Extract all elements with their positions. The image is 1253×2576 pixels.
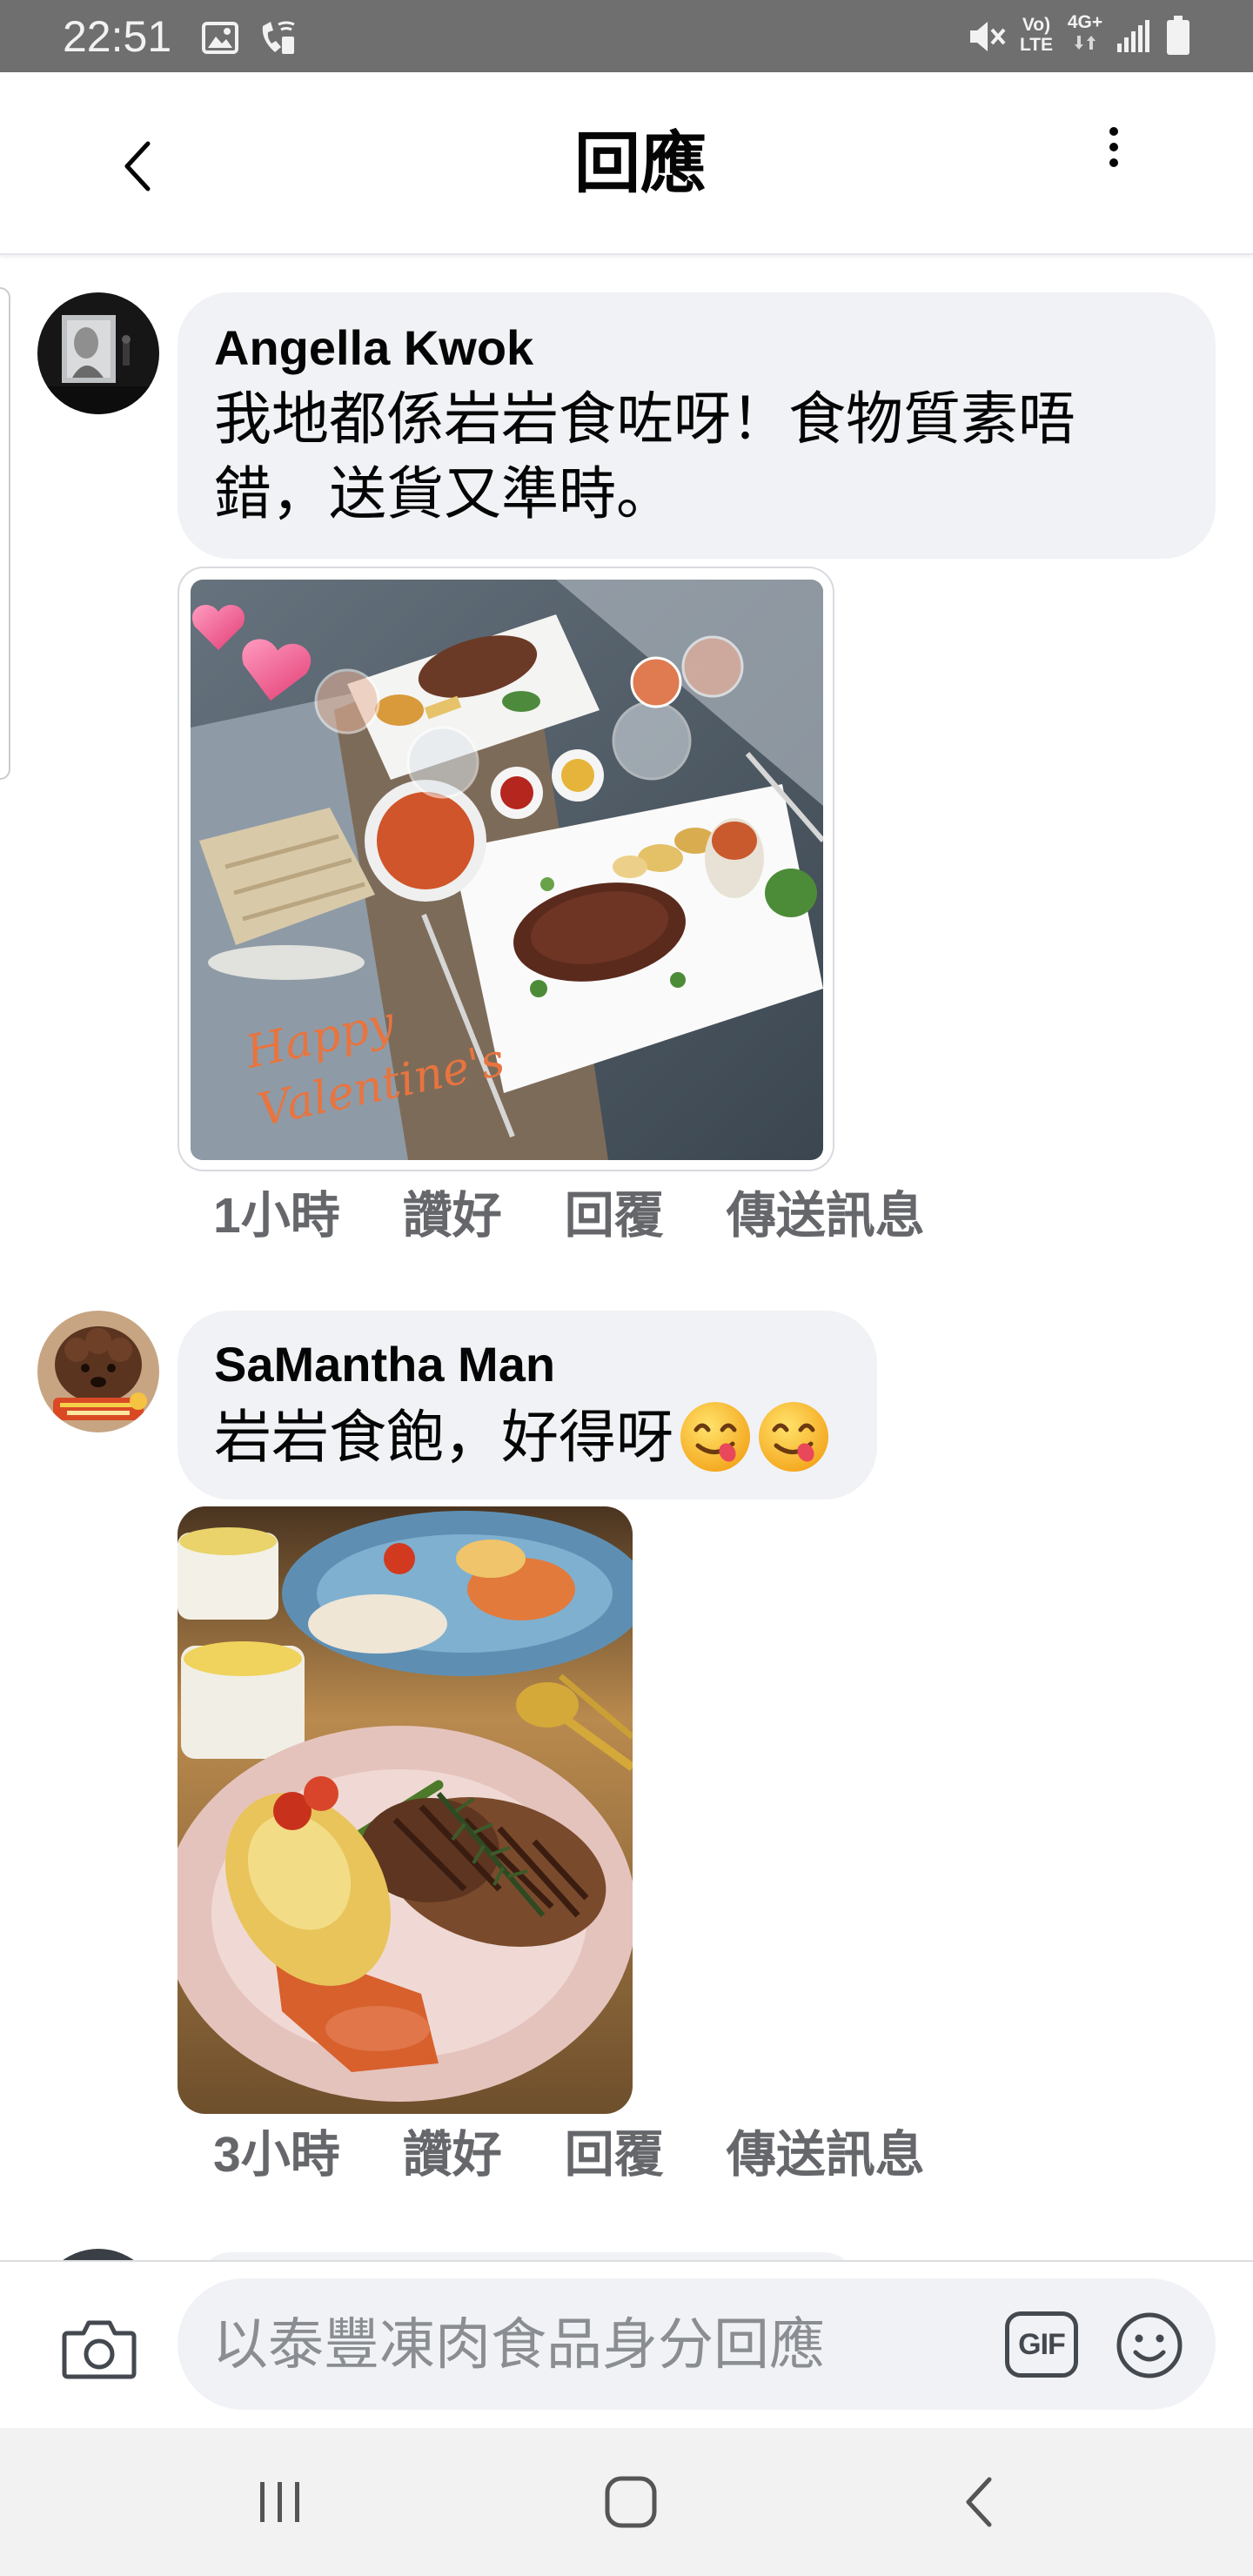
food-photo-valentine-dinner: Happy Valentine's <box>191 580 823 1160</box>
more-vertical-icon <box>1092 123 1136 171</box>
comment-bubble[interactable]: SaMantha Man 岩岩食飽，好得呀 <box>178 1311 877 1499</box>
battery-icon <box>1167 16 1189 55</box>
comment-author[interactable]: SaMantha Man <box>214 1332 830 1398</box>
face-savoring-food-icon <box>680 1402 750 1472</box>
data-arrows-icon <box>1075 36 1096 50</box>
signal-icon <box>1117 20 1149 52</box>
side-panel-edge <box>0 287 10 780</box>
reply-button[interactable]: 回覆 <box>565 1181 664 1251</box>
volte-indicator: Vo) LTE <box>1015 15 1058 55</box>
avatar[interactable] <box>37 292 159 414</box>
wifi-call-icon <box>262 21 295 54</box>
send-message-button[interactable]: 傳送訊息 <box>727 2120 925 2190</box>
avatar[interactable] <box>37 1311 159 1432</box>
gallery-icon <box>202 22 238 54</box>
comment-text: 岩岩食飽，好得呀 <box>214 1405 673 1469</box>
comment-input[interactable] <box>212 2278 978 2410</box>
comment-text-line: 我地都係岩岩食咗呀！食物質素唔 <box>214 386 1075 451</box>
volte-bottom-label: LTE <box>1019 35 1054 55</box>
send-message-button[interactable]: 傳送訊息 <box>727 1181 925 1251</box>
system-nav-bar <box>0 2428 1253 2576</box>
comment-text-row: 岩岩食飽，好得呀 <box>214 1398 830 1476</box>
system-back-button[interactable] <box>937 2467 1024 2537</box>
more-options-button[interactable] <box>1092 123 1136 171</box>
comment-actions: 3小時 讚好 回覆 傳送訊息 <box>213 2120 925 2190</box>
back-button[interactable] <box>111 131 167 201</box>
recent-apps-icon <box>260 2482 299 2522</box>
face-savoring-food-icon <box>759 1402 828 1472</box>
comment-input-pill[interactable]: GIF <box>178 2278 1216 2410</box>
like-button[interactable]: 讚好 <box>403 1181 502 1251</box>
emoji-button[interactable] <box>1115 2311 1184 2380</box>
food-photo-steak-lobster <box>178 1506 633 2114</box>
recent-apps-button[interactable] <box>236 2467 323 2537</box>
smiley-icon <box>1116 2312 1183 2378</box>
like-button[interactable]: 讚好 <box>403 2120 502 2190</box>
home-button[interactable] <box>587 2467 674 2537</box>
network-indicator: 4G+ <box>1063 12 1107 51</box>
comment-timestamp[interactable]: 3小時 <box>213 2120 340 2190</box>
comment-actions: 1小時 讚好 回覆 傳送訊息 <box>213 1181 925 1251</box>
volte-top-label: Vo) <box>1022 15 1051 35</box>
comment-composer: GIF <box>0 2260 1253 2428</box>
reply-button[interactable]: 回覆 <box>565 2120 664 2190</box>
top-app-bar: 回應 <box>0 72 1253 255</box>
camera-button[interactable] <box>61 2316 137 2382</box>
page-title: 回應 <box>574 127 707 201</box>
home-icon <box>605 2476 657 2528</box>
avatar-photo <box>37 1311 159 1432</box>
status-bar: 22:51 Vo) LTE 4G+ <box>0 0 1253 72</box>
camera-icon <box>62 2320 137 2379</box>
comment-author[interactable]: Angella Kwok <box>214 315 1179 381</box>
status-time: 22:51 <box>63 12 172 61</box>
comment-bubble[interactable]: Angella Kwok 我地都係岩岩食咗呀！食物質素唔 錯，送貨又準時。 <box>178 292 1216 559</box>
gif-button[interactable]: GIF <box>1005 2311 1078 2378</box>
back-icon <box>966 2477 992 2527</box>
mute-icon <box>970 22 1006 51</box>
chevron-left-icon <box>124 141 151 191</box>
comment-photo[interactable] <box>178 1506 633 2114</box>
network-label: 4G+ <box>1067 12 1103 32</box>
avatar-photo <box>37 292 159 414</box>
comment-photo[interactable]: Happy Valentine's <box>178 567 834 1171</box>
comment-text-line: 錯，送貨又準時。 <box>214 461 673 526</box>
comment-timestamp[interactable]: 1小時 <box>213 1181 340 1251</box>
